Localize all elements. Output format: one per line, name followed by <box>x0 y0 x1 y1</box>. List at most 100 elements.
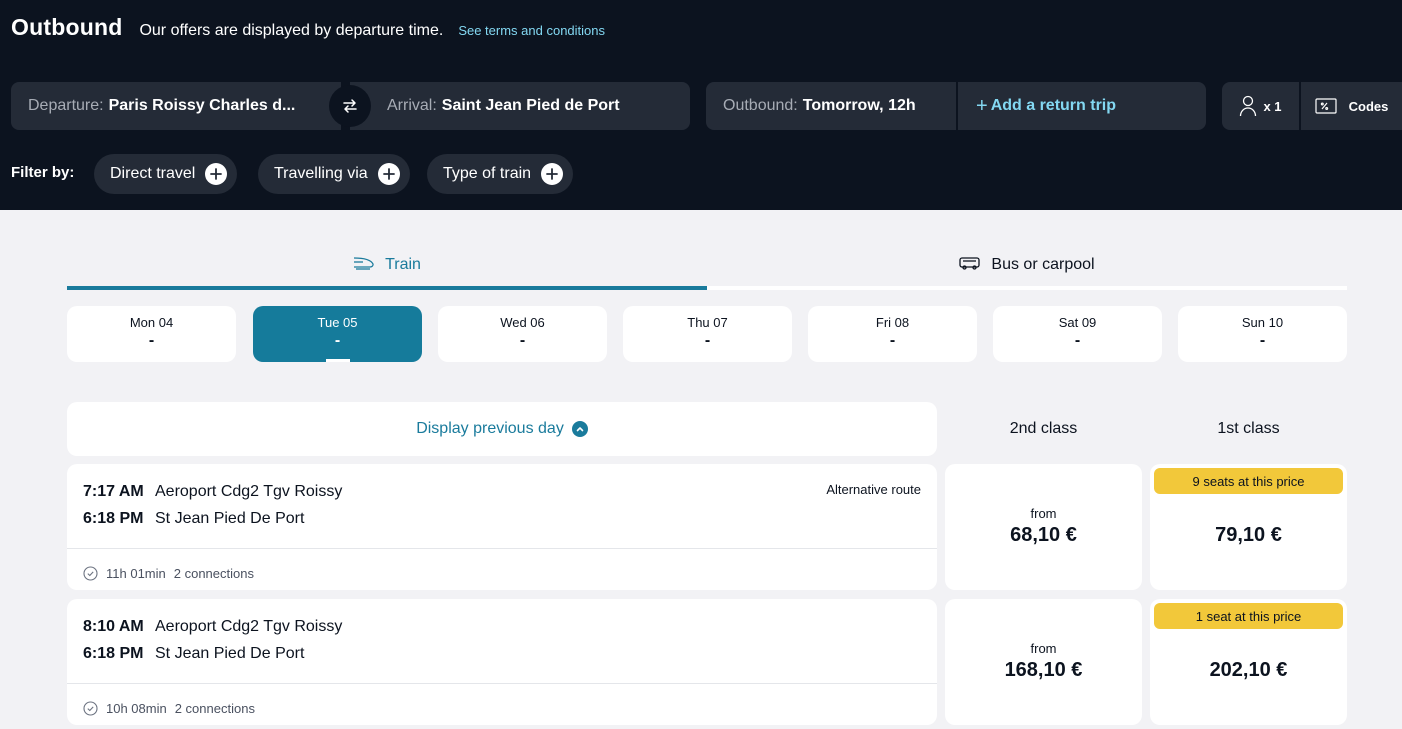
title-row: Outbound Our offers are displayed by dep… <box>11 14 605 41</box>
add-return-label: Add a return trip <box>990 97 1117 114</box>
passengers-button[interactable]: x 1 <box>1222 82 1299 130</box>
swap-stations-button[interactable] <box>329 85 371 127</box>
add-filter-icon <box>205 163 228 185</box>
seats-badge: 9 seats at this price <box>1154 468 1343 494</box>
filter-chip-label: Direct travel <box>110 165 196 182</box>
day-name: Thu 07 <box>687 315 728 330</box>
filter-label: Filter by: <box>11 164 75 181</box>
departure-label: Departure: <box>28 97 104 114</box>
person-icon <box>1240 95 1257 117</box>
departure-field[interactable]: Departure: Paris Roissy Charles d... <box>11 82 341 130</box>
filter-type-of-train[interactable]: Type of train <box>427 154 574 194</box>
departure-value: Paris Roissy Charles d... <box>108 97 296 114</box>
trip-connections: 2 connections <box>173 566 254 581</box>
second-class-header: 2nd class <box>1009 420 1078 437</box>
arrival-field[interactable]: Arrival: Saint Jean Pied de Port <box>350 82 690 130</box>
day-thu-07[interactable]: Thu 07 - <box>623 306 792 362</box>
trip-card[interactable]: 7:17 AM Aeroport Cdg2 Tgv Roissy 6:18 PM… <box>67 464 937 590</box>
departure-row: 8:10 AM Aeroport Cdg2 Tgv Roissy <box>83 618 342 636</box>
outbound-value: Tomorrow, 12h <box>802 97 916 114</box>
price-from-label: from <box>1030 506 1057 521</box>
tab-train[interactable]: Train <box>67 250 707 290</box>
page-subtitle: Our offers are displayed by departure ti… <box>139 22 444 39</box>
first-class-price: 202,10 € <box>1209 659 1288 681</box>
day-name: Wed 06 <box>500 315 545 330</box>
day-name: Mon 04 <box>129 315 174 330</box>
price-from-label: from <box>1030 641 1057 656</box>
departure-station: Aeroport Cdg2 Tgv Roissy <box>155 483 343 500</box>
swap-icon <box>343 99 357 113</box>
departure-row: 7:17 AM Aeroport Cdg2 Tgv Roissy <box>83 483 342 501</box>
day-price: - <box>1074 332 1081 349</box>
day-price: - <box>889 332 896 349</box>
alternative-route-tag: Alternative route <box>826 482 921 497</box>
divider <box>67 548 937 549</box>
codes-label: Codes <box>1348 98 1389 114</box>
page-title: Outbound <box>11 14 123 40</box>
second-class-price-cell[interactable]: from 68,10 € <box>945 464 1142 590</box>
day-sat-09[interactable]: Sat 09 - <box>993 306 1162 362</box>
filter-travelling-via[interactable]: Travelling via <box>258 154 410 194</box>
arrival-time: 6:18 PM <box>83 645 144 662</box>
add-return-trip-button[interactable]: + Add a return trip <box>958 82 1206 130</box>
discount-code-icon <box>1315 98 1337 114</box>
day-name: Sun 10 <box>1241 315 1284 330</box>
arrival-label: Arrival: <box>387 97 437 114</box>
departure-time: 7:17 AM <box>83 483 144 500</box>
day-sun-10[interactable]: Sun 10 - <box>1178 306 1347 362</box>
arrival-time: 6:18 PM <box>83 510 144 527</box>
second-class-price: 168,10 € <box>1004 659 1083 681</box>
terms-link[interactable]: See terms and conditions <box>458 23 605 38</box>
clock-check-icon <box>83 566 98 581</box>
day-price: - <box>1259 332 1266 349</box>
day-price: - <box>334 332 341 349</box>
filter-chip-label: Type of train <box>443 165 532 182</box>
day-fri-08[interactable]: Fri 08 - <box>808 306 977 362</box>
filter-direct-travel[interactable]: Direct travel <box>94 154 238 194</box>
trip-duration: 11h 01min <box>106 566 166 581</box>
passenger-count: x 1 <box>1263 98 1282 114</box>
second-class-price: 68,10 € <box>1010 524 1077 546</box>
second-class-price-cell[interactable]: from 168,10 € <box>945 599 1142 725</box>
trip-connections: 2 connections <box>174 701 255 716</box>
trip-meta: 11h 01min 2 connections <box>83 566 254 581</box>
trip-meta: 10h 08min 2 connections <box>83 701 255 716</box>
first-class-price-cell[interactable]: 1 seat at this price 202,10 € <box>1150 599 1347 725</box>
departure-station: Aeroport Cdg2 Tgv Roissy <box>155 618 343 635</box>
first-class-header: 1st class <box>1217 420 1280 437</box>
departure-time: 8:10 AM <box>83 618 144 635</box>
outbound-date-field[interactable]: Outbound: Tomorrow, 12h <box>706 82 956 130</box>
day-wed-06[interactable]: Wed 06 - <box>438 306 607 362</box>
clock-check-icon <box>83 701 98 716</box>
arrival-station: St Jean Pied De Port <box>155 645 305 662</box>
search-header: Outbound Our offers are displayed by dep… <box>0 0 1402 210</box>
chevron-up-icon <box>571 421 588 437</box>
tab-label: Bus or carpool <box>991 256 1095 273</box>
plus-icon: + <box>976 94 988 117</box>
arrival-row: 6:18 PM St Jean Pied De Port <box>83 645 304 663</box>
day-name: Tue 05 <box>317 315 358 330</box>
day-mon-04[interactable]: Mon 04 - <box>67 306 236 362</box>
day-name: Sat 09 <box>1058 315 1097 330</box>
codes-button[interactable]: Codes <box>1301 82 1402 130</box>
first-class-price: 79,10 € <box>1215 524 1282 546</box>
trip-card[interactable]: 8:10 AM Aeroport Cdg2 Tgv Roissy 6:18 PM… <box>67 599 937 725</box>
train-icon <box>354 257 374 270</box>
seats-badge: 1 seat at this price <box>1154 603 1343 629</box>
divider <box>67 683 937 684</box>
day-tue-05[interactable]: Tue 05 - <box>253 306 422 362</box>
day-price: - <box>519 332 526 349</box>
trip-duration: 10h 08min <box>106 701 167 716</box>
tab-bus-or-carpool[interactable]: Bus or carpool <box>707 250 1347 290</box>
outbound-label: Outbound: <box>723 97 798 114</box>
day-price: - <box>148 332 155 349</box>
first-class-price-cell[interactable]: 9 seats at this price 79,10 € <box>1150 464 1347 590</box>
bus-icon <box>959 257 981 270</box>
filter-chip-label: Travelling via <box>274 165 368 182</box>
add-filter-icon <box>377 163 400 185</box>
display-previous-day-button[interactable]: Display previous day <box>67 402 937 456</box>
arrival-value: Saint Jean Pied de Port <box>441 97 620 114</box>
day-name: Fri 08 <box>875 315 910 330</box>
tab-label: Train <box>385 256 421 273</box>
selected-day-indicator <box>326 359 350 362</box>
